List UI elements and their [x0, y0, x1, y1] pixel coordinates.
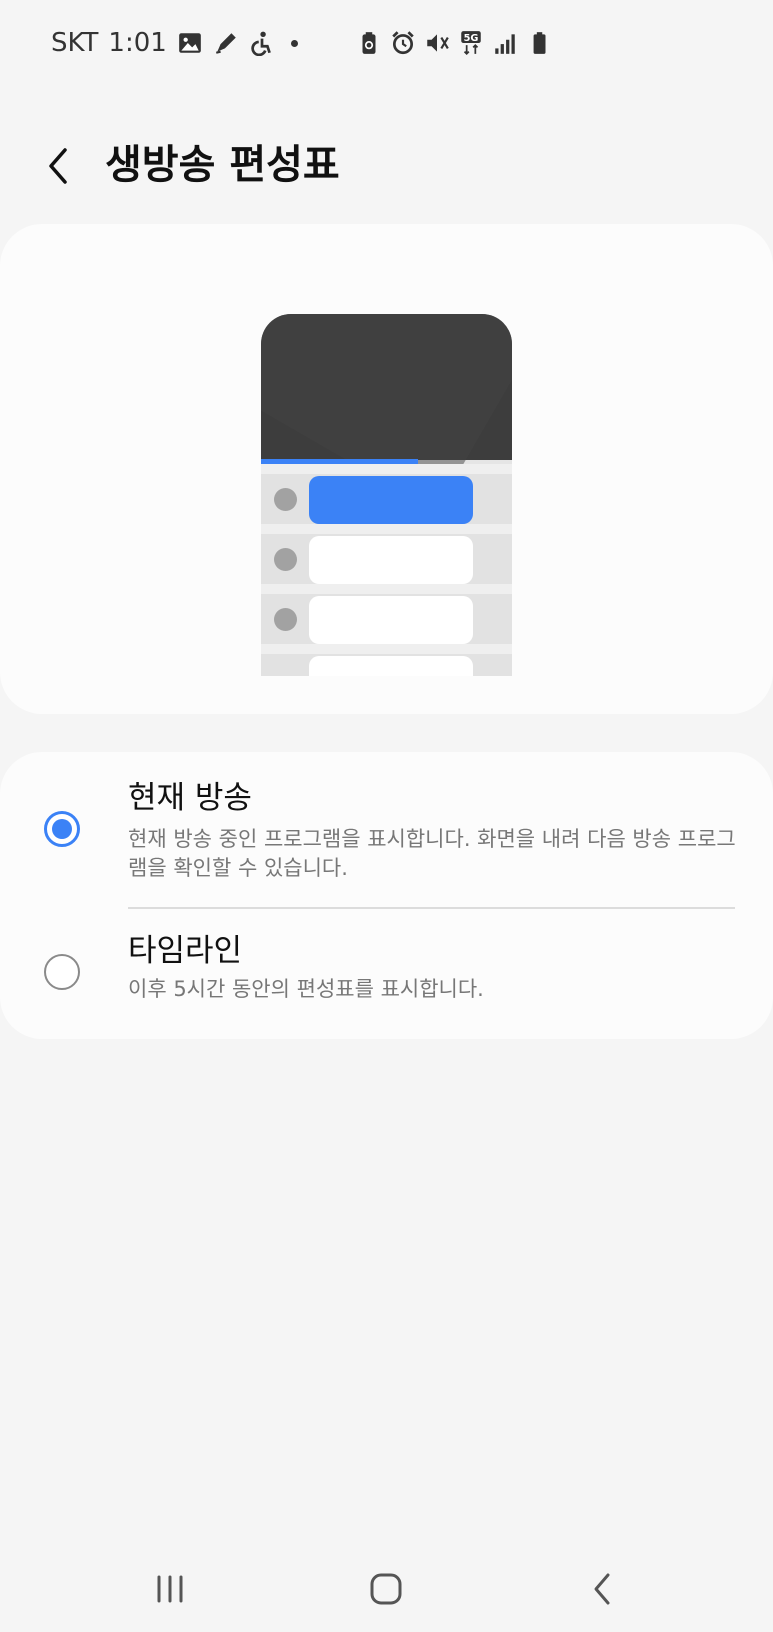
list-item-dot	[274, 548, 297, 571]
option-description: 이후 5시간 동안의 편성표를 표시합니다.	[128, 977, 484, 1001]
option-description: 현재 방송 중인 프로그램을 표시합니다. 화면을 내려 다음 방송 프로그램을…	[128, 827, 736, 880]
accessibility-icon	[251, 31, 271, 56]
option-title: 현재 방송	[128, 780, 252, 816]
list-item	[261, 654, 512, 676]
chevron-left-icon	[49, 148, 67, 184]
network-5g-icon: 5G	[461, 31, 481, 56]
radio-timeline[interactable]	[44, 954, 80, 990]
battery-icon	[533, 32, 546, 54]
status-left: SKT 1:01	[51, 28, 298, 58]
back-nav-button[interactable]	[557, 1546, 647, 1632]
options-card: 현재 방송 현재 방송 중인 프로그램을 표시합니다. 화면을 내려 다음 방송…	[0, 752, 773, 1039]
mute-icon	[427, 34, 449, 52]
option-title: 타임라인	[128, 933, 243, 969]
app-header: 생방송 편성표	[0, 120, 773, 210]
recents-icon	[157, 1575, 183, 1603]
status-right: 5G	[356, 30, 552, 56]
list-item	[261, 534, 512, 584]
phone-program-list	[261, 464, 512, 676]
option-timeline[interactable]: 타임라인 이후 5시간 동안의 편성표를 표시합니다.	[0, 909, 773, 1039]
list-item-dot	[274, 488, 297, 511]
dot-icon	[290, 39, 298, 47]
preview-card	[0, 224, 773, 714]
radio-current-broadcast[interactable]	[44, 811, 80, 847]
gallery-icon	[178, 33, 201, 53]
list-item	[261, 594, 512, 644]
list-item-dot	[274, 608, 297, 631]
phone-screen	[261, 314, 512, 460]
svg-text:5G: 5G	[464, 33, 479, 44]
phone-illustration	[261, 314, 512, 676]
clock-time: 1:01	[108, 28, 167, 58]
alarm-icon	[392, 31, 414, 55]
list-item	[261, 474, 512, 524]
list-item-bar	[309, 596, 473, 644]
list-item-bar-active	[309, 476, 473, 524]
navigation-bar	[0, 1546, 773, 1632]
list-item-bar	[309, 656, 473, 676]
option-current-broadcast[interactable]: 현재 방송 현재 방송 중인 프로그램을 표시합니다. 화면을 내려 다음 방송…	[0, 752, 773, 907]
status-bar: SKT 1:01 5G	[0, 0, 773, 92]
list-item-bar	[309, 536, 473, 584]
battery-saver-icon	[362, 32, 376, 54]
page-title: 생방송 편성표	[105, 142, 340, 188]
back-button[interactable]	[30, 138, 86, 194]
home-icon	[370, 1573, 402, 1605]
signal-icon	[495, 34, 515, 54]
carrier-label: SKT	[51, 28, 99, 58]
home-button[interactable]	[341, 1546, 431, 1632]
pen-icon	[215, 33, 236, 54]
back-icon	[594, 1573, 610, 1605]
recents-button[interactable]	[125, 1546, 215, 1632]
